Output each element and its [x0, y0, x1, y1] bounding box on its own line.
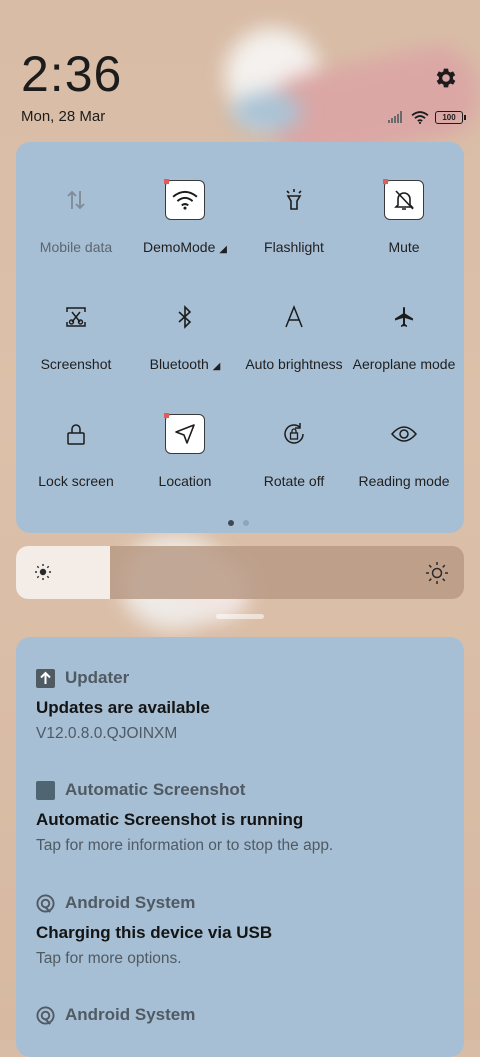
tile-mobile-data[interactable]: Mobile data	[21, 180, 131, 260]
tile-auto-brightness[interactable]: Auto brightness	[239, 297, 349, 377]
auto-brightness-icon	[274, 297, 314, 337]
notification-app-name: Automatic Screenshot	[65, 780, 246, 799]
notification-body: Tap for more options.	[36, 950, 182, 967]
battery-indicator: 100	[435, 110, 466, 124]
notification-body: Tap for more information or to stop the …	[36, 837, 334, 854]
page-dot-active	[228, 520, 234, 526]
notification-app-name: Android System	[65, 893, 196, 912]
screenshot-app-icon	[36, 780, 55, 800]
lock-icon	[56, 414, 96, 454]
expand-triangle-icon: ◢	[212, 361, 221, 372]
page-indicator	[228, 520, 249, 526]
drag-handle[interactable]	[216, 614, 264, 619]
notification-updater[interactable]: Updater Updates are available V12.0.8.0.…	[36, 667, 446, 743]
flashlight-icon	[274, 180, 314, 220]
brightness-fill	[16, 546, 111, 599]
tile-screenshot[interactable]: Screenshot	[21, 297, 131, 377]
notification-app-name: Android System	[65, 1005, 196, 1024]
bluetooth-icon	[165, 297, 205, 337]
wallpaper-blob	[232, 92, 302, 132]
tile-bluetooth[interactable]: Bluetooth ◢	[130, 297, 240, 377]
updater-icon	[36, 668, 55, 688]
tile-demomode[interactable]: DemoMode ◢	[130, 179, 240, 260]
eye-icon	[384, 414, 424, 454]
brightness-slider[interactable]	[16, 546, 464, 599]
tile-label: Mute	[388, 239, 420, 255]
notification-title: Charging this device via USB	[36, 923, 273, 942]
system-status-icons: 100	[388, 110, 466, 124]
brightness-low-icon	[35, 564, 51, 580]
clock[interactable]: 2:36	[21, 46, 122, 102]
airplane-icon	[384, 297, 424, 337]
notification-auto-screenshot[interactable]: Automatic Screenshot Automatic Screensho…	[36, 779, 446, 855]
notification-title: Updates are available	[36, 698, 210, 717]
tile-reading-mode[interactable]: Reading mode	[349, 414, 459, 494]
mobile-data-icon	[56, 180, 96, 220]
notification-android-system[interactable]: Android System	[36, 1004, 446, 1026]
android-system-icon	[36, 1005, 55, 1025]
gear-icon[interactable]	[433, 65, 459, 91]
wifi-status-icon	[411, 110, 429, 124]
screenshot-icon	[56, 297, 96, 337]
notification-body: V12.0.8.0.QJOINXM	[36, 725, 178, 742]
expand-triangle-icon: ◢	[219, 244, 227, 255]
notification-title: Automatic Screenshot is running	[36, 810, 304, 829]
tile-flashlight[interactable]: Flashlight	[239, 180, 349, 260]
location-arrow-icon	[164, 413, 205, 454]
date[interactable]: Mon, 28 Mar	[21, 108, 105, 125]
mute-bell-icon	[383, 179, 424, 220]
wifi-icon	[164, 179, 205, 220]
tile-location[interactable]: Location	[130, 413, 240, 494]
tile-lock-screen[interactable]: Lock screen	[21, 414, 131, 494]
signal-icon	[388, 111, 402, 123]
brightness-high-icon	[426, 562, 448, 584]
tile-aeroplane-mode[interactable]: Aeroplane mode	[349, 297, 459, 377]
android-system-icon	[36, 893, 55, 913]
notification-app-name: Updater	[65, 668, 130, 687]
rotate-lock-icon	[274, 414, 314, 454]
tile-mute[interactable]: Mute	[349, 179, 459, 260]
notification-android-system[interactable]: Android System Charging this device via …	[36, 892, 446, 968]
page-dot	[243, 520, 249, 526]
tile-label: Reading mode	[358, 473, 450, 489]
tile-rotate-off[interactable]: Rotate off	[239, 414, 349, 494]
notification-panel: Updater Updates are available V12.0.8.0.…	[16, 637, 464, 1057]
tile-label: Aeroplane mode	[352, 356, 456, 372]
quick-settings-panel: Mobile data DemoMode ◢ Flashlight Mute S…	[16, 142, 464, 533]
